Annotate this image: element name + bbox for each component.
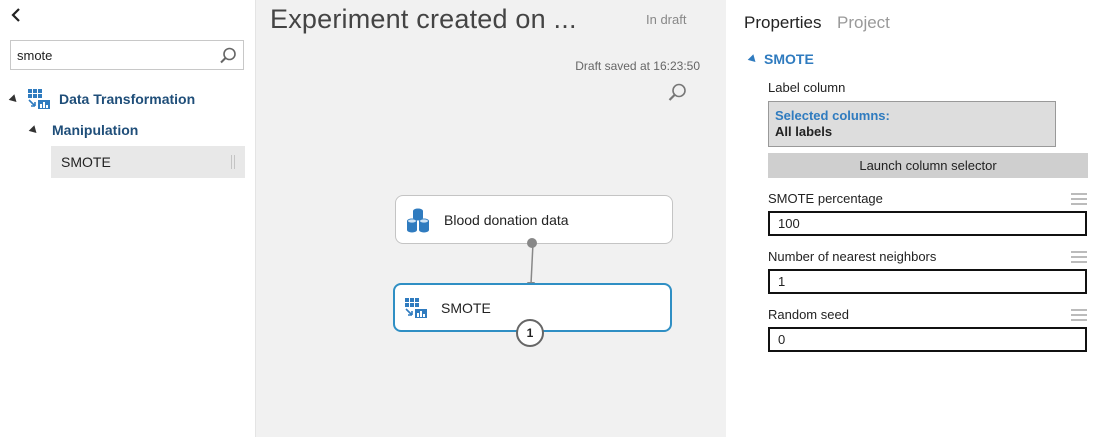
parameter-menu-icon[interactable]	[1071, 309, 1087, 321]
expand-caret-icon[interactable]	[8, 93, 20, 105]
smote-percentage-input[interactable]	[768, 211, 1087, 236]
module-search-input[interactable]	[11, 41, 211, 69]
random-seed-input[interactable]	[768, 327, 1087, 352]
output-port-badge[interactable]: 1	[516, 319, 544, 347]
selected-columns-box: Selected columns: All labels	[768, 101, 1056, 147]
search-icon[interactable]	[218, 46, 238, 66]
tree-category-label: Data Transformation	[59, 91, 196, 107]
tab-project[interactable]: Project	[837, 13, 890, 33]
tab-properties[interactable]: Properties	[744, 13, 821, 33]
section-title: SMOTE	[764, 51, 814, 67]
properties-panel: Properties Project SMOTE Label column Se…	[727, 0, 1117, 437]
module-palette: Data Transformation Manipulation SMOTE	[0, 0, 256, 437]
module-search-box	[10, 40, 244, 70]
app-window: Data Transformation Manipulation SMOTE E…	[0, 0, 1117, 437]
module-item-label: SMOTE	[61, 154, 111, 170]
module-node-label: Blood donation data	[444, 211, 569, 228]
tree-category-data-transformation[interactable]: Data Transformation	[8, 88, 196, 110]
selected-columns-value: All labels	[775, 124, 833, 139]
launch-column-selector-button[interactable]: Launch column selector	[768, 153, 1088, 178]
dataset-icon	[407, 208, 429, 232]
drag-grip-icon[interactable]	[231, 155, 235, 169]
experiment-canvas[interactable]: Experiment created on ... In draft Draft…	[256, 0, 726, 437]
properties-section-header[interactable]: SMOTE	[747, 51, 814, 67]
selected-columns-title: Selected columns:	[775, 108, 890, 123]
nearest-neighbors-label: Number of nearest neighbors	[768, 249, 937, 264]
collapse-chevron-icon[interactable]	[9, 6, 25, 24]
label-column-label: Label column	[768, 80, 846, 95]
module-node-label: SMOTE	[441, 299, 491, 316]
parameter-menu-icon[interactable]	[1071, 193, 1087, 205]
collapse-caret-icon[interactable]	[747, 53, 759, 65]
smote-percentage-label: SMOTE percentage	[768, 191, 883, 206]
tree-subcategory-label: Manipulation	[52, 122, 139, 138]
data-transformation-icon	[405, 297, 427, 318]
nearest-neighbors-input[interactable]	[768, 269, 1087, 294]
module-item-smote[interactable]: SMOTE	[51, 146, 245, 178]
tree-subcategory-manipulation[interactable]: Manipulation	[28, 122, 139, 138]
parameter-menu-icon[interactable]	[1071, 251, 1087, 263]
data-transformation-icon	[28, 89, 50, 109]
output-port[interactable]	[527, 238, 537, 248]
random-seed-label: Random seed	[768, 307, 849, 322]
expand-caret-icon[interactable]	[28, 124, 40, 136]
module-node-blood-donation-data[interactable]: Blood donation data	[395, 195, 673, 244]
